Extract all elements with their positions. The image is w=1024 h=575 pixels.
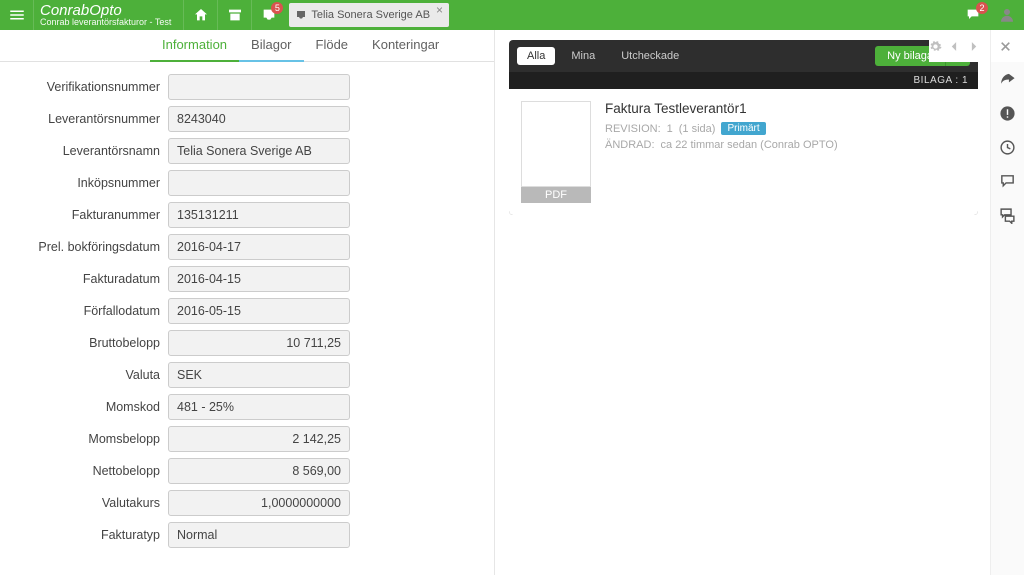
comment-button[interactable]	[991, 164, 1024, 198]
input-prel-bokforingsdatum[interactable]	[168, 234, 350, 260]
input-momsbelopp[interactable]	[168, 426, 350, 452]
clock-icon	[999, 139, 1016, 156]
input-valutakurs[interactable]	[168, 490, 350, 516]
label-forfallodatum: Förfallodatum	[8, 304, 168, 318]
label-fakturatyp: Fakturatyp	[8, 528, 168, 542]
input-verifikationsnummer[interactable]	[168, 74, 350, 100]
comments-button[interactable]	[991, 198, 1024, 232]
user-menu-button[interactable]	[990, 0, 1024, 30]
document-tab-label: Telia Sonera Sverige AB	[311, 9, 430, 21]
archive-button[interactable]	[217, 0, 251, 30]
right-pane: Alla Mina Utcheckade Ny bilaga BILAGA : …	[495, 30, 990, 575]
filter-all[interactable]: Alla	[517, 47, 555, 65]
hamburger-icon	[8, 6, 26, 24]
label-valuta: Valuta	[8, 368, 168, 382]
forward-icon	[999, 71, 1016, 88]
filter-mine[interactable]: Mina	[561, 47, 605, 65]
attachments-header: Alla Mina Utcheckade Ny bilaga	[509, 40, 978, 72]
label-momskod: Momskod	[8, 400, 168, 414]
label-fakturanummer: Fakturanummer	[8, 208, 168, 222]
label-inkopsnummer: Inköpsnummer	[8, 176, 168, 190]
tab-konteringar[interactable]: Konteringar	[360, 30, 451, 62]
inbox-badge: 5	[271, 2, 283, 14]
label-momsbelopp: Momsbelopp	[8, 432, 168, 446]
revision-value: 1	[667, 123, 673, 135]
attachments-panel: Alla Mina Utcheckade Ny bilaga BILAGA : …	[509, 40, 978, 215]
label-verifikationsnummer: Verifikationsnummer	[8, 80, 168, 94]
forward-button[interactable]	[991, 62, 1024, 96]
input-fakturadatum[interactable]	[168, 266, 350, 292]
top-icons: 5	[183, 0, 285, 30]
document-tab[interactable]: Telia Sonera Sverige AB ×	[289, 3, 449, 27]
attachments-count-row: BILAGA : 1	[509, 72, 978, 89]
changed-label: ÄNDRAD:	[605, 139, 655, 151]
home-icon	[193, 7, 209, 23]
input-inkopsnummer[interactable]	[168, 170, 350, 196]
tab-flode[interactable]: Flöde	[304, 30, 361, 62]
chat-button[interactable]: 2	[956, 0, 990, 30]
input-leverantorsnummer[interactable]	[168, 106, 350, 132]
label-valutakurs: Valutakurs	[8, 496, 168, 510]
label-prel-bokforingsdatum: Prel. bokföringsdatum	[8, 240, 168, 254]
tabs-row: Information Bilagor Flöde Konteringar	[0, 30, 494, 62]
attachments-count-value: 1	[962, 75, 968, 86]
document-tab-icon	[295, 9, 307, 21]
attachment-title[interactable]: Faktura Testleverantör1	[605, 101, 966, 116]
close-button[interactable]	[990, 30, 1020, 62]
input-valuta[interactable]	[168, 362, 350, 388]
inbox-button[interactable]: 5	[251, 0, 285, 30]
label-nettobelopp: Nettobelopp	[8, 464, 168, 478]
info-button[interactable]	[991, 96, 1024, 130]
attachments-count-label: BILAGA :	[914, 75, 959, 86]
attachments-body: PDF Faktura Testleverantör1 REVISION: 1 …	[509, 89, 978, 215]
input-fakturatyp[interactable]	[168, 522, 350, 548]
comments-icon	[999, 207, 1016, 224]
attachment-thumb-type: PDF	[521, 187, 591, 203]
pages-value: (1 sida)	[679, 123, 716, 135]
app-subtitle: Conrab leverantörsfakturor - Test	[40, 18, 171, 27]
input-bruttobelopp[interactable]	[168, 330, 350, 356]
document-tab-close[interactable]: ×	[436, 3, 443, 17]
label-fakturadatum: Fakturadatum	[8, 272, 168, 286]
form-scroll[interactable]: Verifikationsnummer Leverantörsnummer Le…	[0, 62, 494, 575]
attachment-thumb[interactable]: PDF	[521, 101, 591, 203]
main-area: Information Bilagor Flöde Konteringar Ve…	[0, 30, 1024, 575]
header-controls	[929, 30, 986, 62]
input-nettobelopp[interactable]	[168, 458, 350, 484]
label-leverantorsnummer: Leverantörsnummer	[8, 112, 168, 126]
tab-information[interactable]: Information	[150, 30, 239, 62]
next-icon[interactable]	[967, 40, 980, 53]
left-pane: Information Bilagor Flöde Konteringar Ve…	[0, 30, 495, 575]
revision-label: REVISION:	[605, 123, 661, 135]
input-leverantorsnamn[interactable]	[168, 138, 350, 164]
label-leverantorsnamn: Leverantörsnamn	[8, 144, 168, 158]
tab-bilagor[interactable]: Bilagor	[239, 30, 303, 62]
primary-tag: Primärt	[721, 122, 765, 135]
alert-icon	[999, 105, 1016, 122]
brand: ConrabOpto Conrab leverantörsfakturor - …	[34, 0, 183, 30]
user-icon	[998, 6, 1016, 24]
comment-icon	[999, 173, 1016, 190]
chat-badge: 2	[976, 2, 988, 14]
changed-value: ca 22 timmar sedan (Conrab OPTO)	[661, 139, 838, 151]
close-icon	[999, 40, 1012, 53]
menu-button[interactable]	[0, 0, 34, 30]
input-forfallodatum[interactable]	[168, 298, 350, 324]
history-button[interactable]	[991, 130, 1024, 164]
app-title: ConrabOpto	[40, 3, 171, 18]
label-bruttobelopp: Bruttobelopp	[8, 336, 168, 350]
archive-icon	[227, 7, 243, 23]
top-bar: ConrabOpto Conrab leverantörsfakturor - …	[0, 0, 1024, 30]
input-momskod[interactable]	[168, 394, 350, 420]
gear-icon[interactable]	[929, 40, 942, 53]
action-column	[990, 62, 1024, 575]
attachment-meta: Faktura Testleverantör1 REVISION: 1 (1 s…	[605, 101, 966, 203]
prev-icon[interactable]	[948, 40, 961, 53]
input-fakturanummer[interactable]	[168, 202, 350, 228]
filter-checked[interactable]: Utcheckade	[611, 47, 689, 65]
attachment-thumb-box	[521, 101, 591, 187]
home-button[interactable]	[183, 0, 217, 30]
topbar-right: 2	[956, 0, 1024, 30]
